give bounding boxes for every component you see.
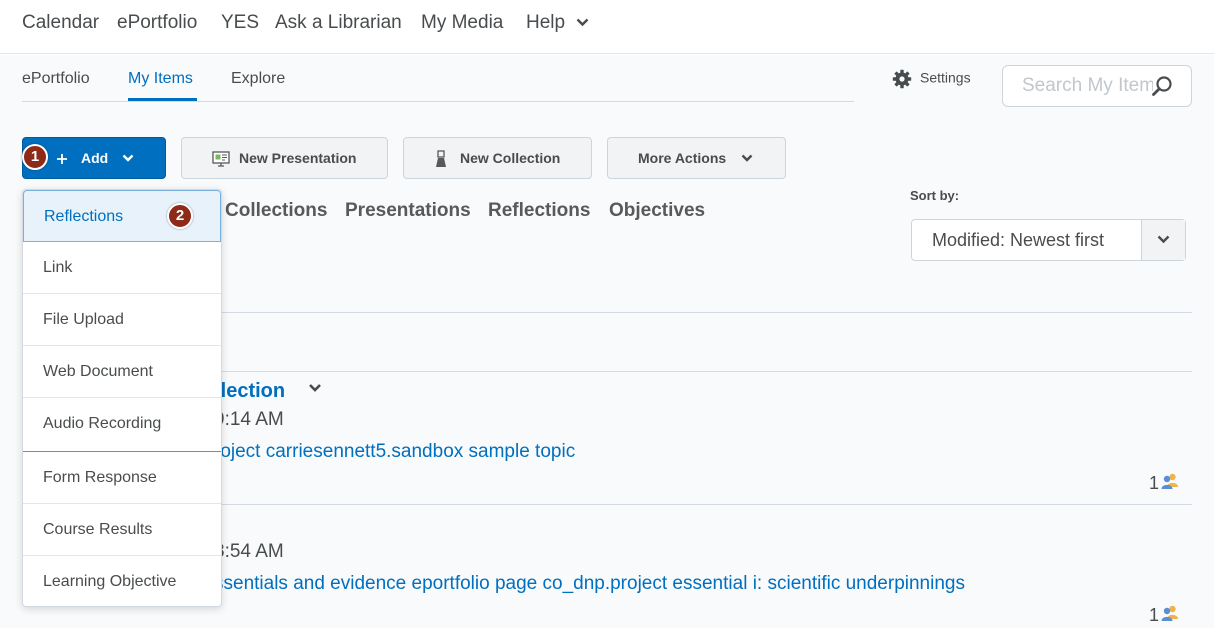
chevron-down-icon [577, 19, 589, 27]
menu-item-form-response[interactable]: Form Response [23, 452, 221, 504]
chevron-down-icon [741, 154, 753, 162]
menu-item-label: Learning Objective [43, 573, 177, 590]
more-actions-button[interactable]: More Actions [607, 137, 786, 179]
nav-my-media[interactable]: My Media [421, 12, 503, 34]
shared-count[interactable]: 1 [1149, 605, 1179, 626]
new-presentation-button[interactable]: New Presentation [181, 137, 388, 179]
menu-item-audio-recording[interactable]: Audio Recording [23, 398, 221, 452]
search-icon[interactable] [1151, 75, 1173, 97]
search-input[interactable] [1003, 66, 1153, 106]
menu-item-file-upload[interactable]: File Upload [23, 294, 221, 346]
item-title-link[interactable]: flection [214, 380, 285, 403]
menu-item-label: Audio Recording [43, 415, 162, 432]
eportfolio-tabs: ePortfolio My Items Explore [22, 55, 854, 102]
new-presentation-label: New Presentation [239, 150, 357, 166]
plus-icon [57, 154, 67, 164]
step-marker-1: 1 [22, 144, 48, 170]
tab-eportfolio[interactable]: ePortfolio [22, 70, 90, 88]
nav-calendar[interactable]: Calendar [22, 12, 99, 34]
new-collection-label: New Collection [460, 150, 561, 166]
filter-objectives[interactable]: Objectives [609, 200, 705, 222]
menu-item-label: File Upload [43, 311, 124, 328]
shared-count-value: 1 [1149, 473, 1160, 493]
nav-yes[interactable]: YES [221, 12, 259, 34]
filter-collections[interactable]: Collections [225, 200, 327, 222]
nav-help[interactable]: Help [526, 12, 589, 34]
filter-presentations[interactable]: Presentations [345, 200, 471, 222]
menu-item-label: Course Results [43, 521, 153, 538]
shared-count-value: 1 [1149, 605, 1160, 625]
new-collection-button[interactable]: New Collection [403, 137, 592, 179]
tab-my-items[interactable]: My Items [128, 70, 193, 88]
add-dropdown-menu: Reflections Link File Upload Web Documen… [22, 189, 222, 607]
settings-label: Settings [920, 69, 971, 86]
collection-icon [436, 150, 446, 167]
item-context-link[interactable]: roject carriesennett5.sandbox sample top… [214, 441, 575, 463]
tab-explore[interactable]: Explore [231, 70, 285, 88]
chevron-down-icon[interactable] [308, 383, 322, 393]
presentation-icon [212, 151, 230, 167]
sort-select[interactable]: Modified: Newest first [911, 219, 1186, 261]
nav-help-label: Help [526, 12, 566, 33]
sort-dropdown-toggle[interactable] [1141, 220, 1185, 260]
sort-selected-value: Modified: Newest first [932, 230, 1105, 250]
menu-item-label: Reflections [44, 208, 124, 225]
main-content: ePortfolio My Items Explore Settings Sea… [0, 55, 1214, 628]
active-tab-indicator [128, 98, 197, 101]
menu-item-web-document[interactable]: Web Document [23, 346, 221, 398]
users-icon [1161, 473, 1179, 489]
menu-item-link[interactable]: Link [23, 242, 221, 294]
sort-label: Sort by: [910, 188, 960, 203]
filter-reflections[interactable]: Reflections [488, 200, 590, 222]
menu-item-label: Form Response [43, 469, 157, 486]
step-marker-2: 2 [167, 203, 193, 229]
users-icon [1161, 605, 1179, 621]
nav-ask-a-librarian[interactable]: Ask a Librarian [275, 12, 402, 34]
item-modified-time: 8:54 AM [214, 541, 284, 562]
top-navigation: Calendar ePortfolio YES Ask a Librarian … [0, 0, 1214, 54]
chevron-down-icon [122, 154, 134, 162]
menu-item-learning-objective[interactable]: Learning Objective [23, 556, 221, 606]
search-box [1002, 65, 1192, 107]
menu-item-label: Web Document [43, 363, 153, 380]
item-modified-time: 9:14 AM [214, 409, 284, 430]
chevron-down-icon [1157, 235, 1170, 244]
settings-link[interactable]: Settings [892, 69, 971, 89]
more-actions-label: More Actions [638, 150, 727, 166]
item-context-link[interactable]: ssentials and evidence eportfolio page c… [214, 573, 965, 595]
menu-item-label: Link [43, 259, 73, 276]
nav-eportfolio[interactable]: ePortfolio [117, 12, 197, 34]
gear-icon [892, 69, 912, 89]
add-button-label: Add [81, 150, 109, 166]
shared-count[interactable]: 1 [1149, 473, 1179, 494]
menu-item-course-results[interactable]: Course Results [23, 504, 221, 556]
